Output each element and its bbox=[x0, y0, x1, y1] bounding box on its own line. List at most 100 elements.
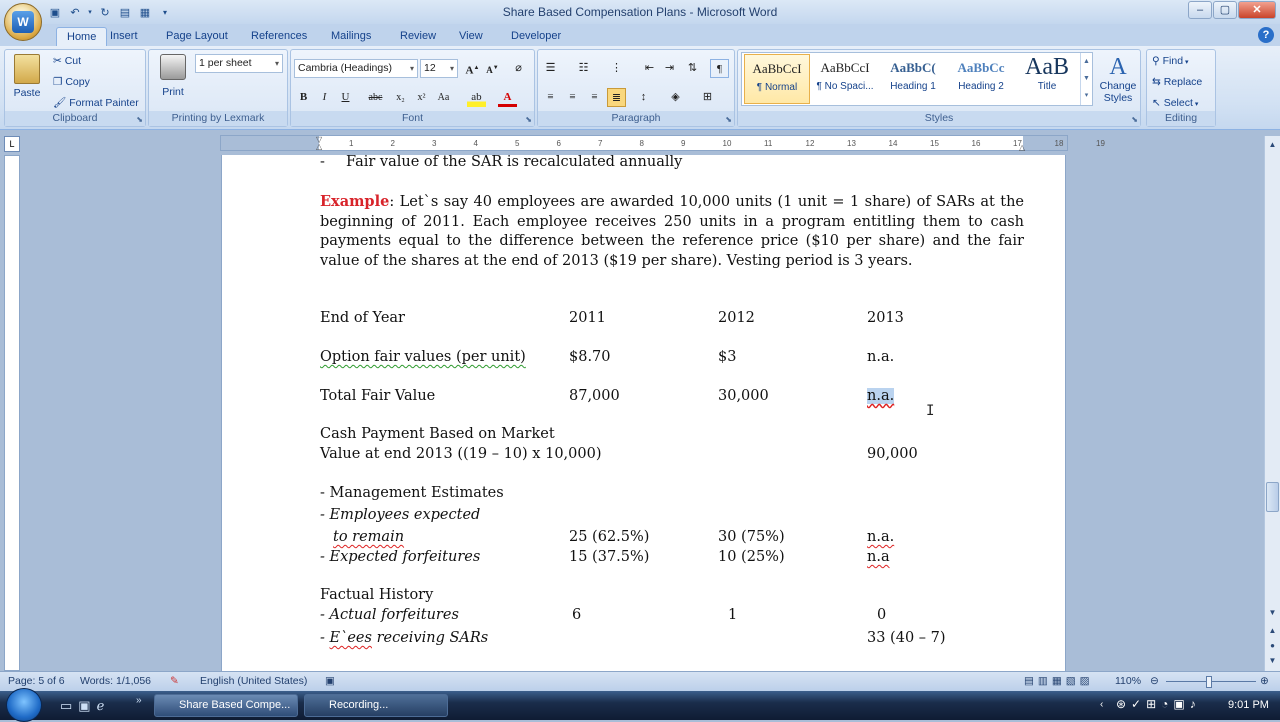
macro-record-icon[interactable]: ▣ bbox=[325, 675, 335, 687]
superscript-button[interactable]: x² bbox=[412, 88, 431, 107]
remain-2013: n.a. bbox=[867, 529, 895, 545]
font-size-select[interactable]: 12 ▾ bbox=[420, 59, 458, 78]
zoom-out-icon[interactable]: ⊖ bbox=[1150, 675, 1159, 687]
close-button[interactable]: ✕ bbox=[1238, 1, 1276, 19]
select-button[interactable]: ↖ Select ▾ bbox=[1152, 94, 1198, 112]
view-buttons[interactable]: ▤▥▦▧▨ bbox=[1024, 675, 1094, 687]
tab-review[interactable]: Review bbox=[390, 27, 446, 46]
dialog-launcher-icon[interactable]: ⬊ bbox=[136, 115, 143, 124]
browse-object-icon[interactable]: ● bbox=[1266, 639, 1279, 653]
copy-button[interactable]: ❐ Copy bbox=[53, 73, 90, 91]
zoom-level[interactable]: 110% bbox=[1115, 675, 1141, 687]
next-page-icon[interactable]: ▼ bbox=[1266, 654, 1279, 668]
indent-marker-icon[interactable]: ▽ △ bbox=[316, 136, 322, 151]
tray-expand-icon[interactable]: ‹ bbox=[1100, 699, 1103, 710]
zoom-in-icon[interactable]: ⊕ bbox=[1260, 675, 1269, 687]
proofing-icon[interactable]: ✎ bbox=[170, 675, 179, 687]
style-normal[interactable]: AaBbCcI ¶ Normal bbox=[744, 54, 810, 104]
tab-mailings[interactable]: Mailings bbox=[321, 27, 381, 46]
strikethrough-button[interactable]: abc bbox=[366, 88, 385, 107]
bold-button[interactable]: B bbox=[294, 88, 313, 107]
numbering-icon[interactable]: ☷ bbox=[574, 59, 593, 78]
tab-references[interactable]: References bbox=[241, 27, 317, 46]
help-icon[interactable]: ? bbox=[1258, 27, 1274, 43]
dialog-launcher-icon[interactable]: ⬊ bbox=[525, 115, 532, 124]
language[interactable]: English (United States) bbox=[200, 675, 307, 687]
row-header-2013: 2013 bbox=[867, 310, 904, 326]
office-button[interactable]: W bbox=[4, 3, 42, 41]
align-right-icon[interactable]: ≡ bbox=[585, 88, 604, 107]
clear-formatting-icon[interactable]: ⌀ bbox=[509, 59, 528, 78]
format-painter-button[interactable]: 🖌 Format Painter bbox=[53, 94, 139, 112]
quick-launch-icons[interactable]: ▭▣ℯ bbox=[60, 698, 110, 714]
horizontal-ruler[interactable]: ▽ △ △ 1 2 3 4 5 6 7 8 9 10 11 12 13 14 15 16 17 18 19 bbox=[220, 135, 1105, 152]
bullets-icon[interactable]: ☰ bbox=[541, 59, 560, 78]
style-title[interactable]: AaB Title bbox=[1014, 54, 1080, 104]
clock[interactable]: 9:01 PM bbox=[1228, 699, 1269, 711]
scroll-thumb[interactable] bbox=[1266, 482, 1279, 512]
underline-button[interactable]: U bbox=[336, 88, 355, 107]
start-button[interactable] bbox=[6, 688, 42, 722]
replace-button[interactable]: ⇆ Replace bbox=[1152, 73, 1202, 91]
font-family-select[interactable]: Cambria (Headings) ▾ bbox=[294, 59, 418, 78]
print-button[interactable]: Print bbox=[155, 54, 191, 98]
vertical-ruler[interactable] bbox=[4, 155, 20, 671]
subscript-button[interactable]: x₂ bbox=[391, 88, 410, 107]
taskbar-recording-button[interactable]: Recording... bbox=[304, 694, 448, 717]
scroll-down-icon[interactable]: ▼ bbox=[1266, 606, 1279, 620]
vertical-scrollbar[interactable]: ▲ ▼ ▲ ● ▼ bbox=[1264, 136, 1280, 671]
justify-icon[interactable]: ≣ bbox=[607, 88, 626, 107]
cursor-icon: ↖ bbox=[1152, 97, 1164, 109]
to-remain: to remain bbox=[333, 529, 405, 545]
scroll-up-icon[interactable]: ▲ bbox=[1266, 138, 1279, 152]
change-styles-button[interactable]: A Change Styles bbox=[1096, 54, 1140, 104]
style-no-spacing[interactable]: AaBbCcI ¶ No Spaci... bbox=[812, 54, 878, 104]
minimize-button[interactable]: – bbox=[1188, 1, 1212, 19]
align-center-icon[interactable]: ≡ bbox=[563, 88, 582, 107]
style-heading-2[interactable]: AaBbCc Heading 2 bbox=[948, 54, 1014, 104]
page-count[interactable]: Page: 5 of 6 bbox=[8, 675, 65, 687]
style-heading-1[interactable]: AaBbC(Heading 1 bbox=[880, 54, 946, 104]
highlight-icon[interactable]: ab bbox=[467, 88, 486, 107]
tab-view[interactable]: View bbox=[449, 27, 493, 46]
tab-selector-icon[interactable]: L bbox=[4, 136, 20, 152]
window-title: Share Based Compensation Plans - Microso… bbox=[502, 5, 778, 19]
pages-per-sheet-select[interactable]: 1 per sheet ▾ bbox=[195, 54, 283, 73]
forfeitures-2012: 10 (25%) bbox=[718, 549, 785, 565]
decrease-indent-icon[interactable]: ⇤ bbox=[640, 59, 659, 78]
maximize-button[interactable]: ▢ bbox=[1213, 1, 1237, 19]
word-count[interactable]: Words: 1/1,056 bbox=[80, 675, 151, 687]
dialog-launcher-icon[interactable]: ⬊ bbox=[1131, 115, 1138, 124]
shading-icon[interactable]: ◈ bbox=[666, 88, 685, 107]
sort-icon[interactable]: ⇅ bbox=[683, 59, 702, 78]
gallery-scroll[interactable]: ▲ ▼ ▾ bbox=[1080, 53, 1092, 105]
grow-font-button[interactable]: A▲ bbox=[463, 59, 482, 78]
ruler-tick: 8 bbox=[639, 139, 644, 148]
increase-indent-icon[interactable]: ⇥ bbox=[660, 59, 679, 78]
taskbar-word-button[interactable]: Share Based Compe... bbox=[154, 694, 298, 717]
row-total-2012: 30,000 bbox=[718, 388, 769, 404]
shrink-font-button[interactable]: A▼ bbox=[483, 59, 502, 78]
change-case-button[interactable]: Aa bbox=[434, 88, 453, 107]
cash-line-1: Cash Payment Based on Market bbox=[320, 426, 555, 442]
quick-launch-more-icon[interactable]: » bbox=[136, 695, 142, 706]
bullet-line: Fair value of the SAR is recalculated an… bbox=[346, 154, 683, 170]
cut-button[interactable]: ✂ Cut bbox=[53, 52, 81, 70]
align-left-icon[interactable]: ≡ bbox=[541, 88, 560, 107]
font-color-icon[interactable]: A bbox=[498, 88, 517, 107]
line-spacing-icon[interactable]: ↕ bbox=[634, 88, 653, 107]
borders-icon[interactable]: ⊞ bbox=[698, 88, 717, 107]
row-total-2013-selected[interactable]: n.a. bbox=[867, 388, 895, 404]
show-formatting-icon[interactable]: ¶ bbox=[710, 59, 729, 78]
dialog-launcher-icon[interactable]: ⬊ bbox=[725, 115, 732, 124]
zoom-slider-thumb[interactable] bbox=[1206, 676, 1212, 688]
prev-page-icon[interactable]: ▲ bbox=[1266, 624, 1279, 638]
tab-insert[interactable]: Insert bbox=[100, 27, 148, 46]
tray-icons[interactable]: ⊛✓⊞◔▣♪ bbox=[1116, 697, 1201, 711]
find-button[interactable]: ⚲ Find ▾ bbox=[1152, 52, 1189, 70]
paste-button[interactable]: Paste bbox=[9, 54, 45, 99]
italic-button[interactable]: I bbox=[315, 88, 334, 107]
tab-page-layout[interactable]: Page Layout bbox=[156, 27, 238, 46]
multilevel-list-icon[interactable]: ⋮ bbox=[607, 59, 626, 78]
tab-developer[interactable]: Developer bbox=[501, 27, 571, 46]
